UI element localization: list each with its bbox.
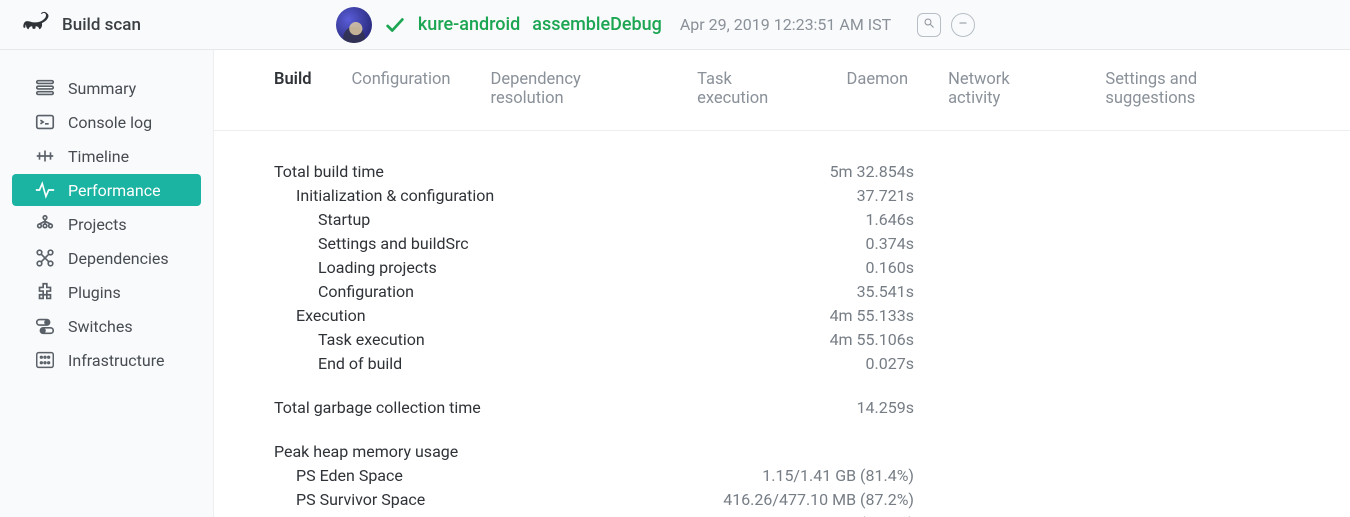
sidebar-item-label: Infrastructure [68, 351, 164, 370]
metric-eden-space: PS Eden Space 1.15/1.41 GB (81.4%) [274, 463, 914, 487]
metric-value: 0.374s [866, 234, 914, 253]
sidebar-item-label: Performance [68, 181, 161, 200]
metric-init-conf: Initialization & configuration 37.721s [274, 183, 914, 207]
build-timestamp: Apr 29, 2019 12:23:51 AM IST [680, 15, 891, 34]
heap-heading: Peak heap memory usage [274, 439, 914, 463]
metric-value: 1.27/2.86 GB (44.5%) [762, 514, 914, 517]
sidebar-item-dependencies[interactable]: Dependencies [12, 242, 201, 274]
sidebar-item-timeline[interactable]: Timeline [12, 140, 201, 172]
metric-value: 0.160s [866, 258, 914, 277]
check-icon [384, 14, 406, 36]
metric-configuration: Configuration 35.541s [274, 279, 914, 303]
projects-icon [34, 214, 56, 234]
sidebar-item-label: Console log [68, 113, 152, 132]
infrastructure-icon [34, 350, 56, 370]
search-icon [923, 17, 935, 32]
metric-label: Total garbage collection time [274, 398, 481, 417]
tab-settings-suggestions[interactable]: Settings and suggestions [1105, 70, 1290, 118]
metric-value: 1.646s [866, 210, 914, 229]
inspect-button[interactable] [917, 13, 941, 37]
tab-configuration[interactable]: Configuration [352, 70, 451, 118]
console-icon [34, 112, 56, 132]
gradle-elephant-icon [18, 8, 52, 41]
sidebar-item-label: Projects [68, 215, 127, 234]
plugins-icon [34, 282, 56, 302]
build-header: kure-android assembleDebug Apr 29, 2019 … [336, 7, 975, 43]
sidebar-item-switches[interactable]: Switches [12, 310, 201, 342]
collapse-button[interactable] [951, 13, 975, 37]
sidebar-item-label: Timeline [68, 147, 129, 166]
metric-execution: Execution 4m 55.133s [274, 303, 914, 327]
avatar[interactable] [336, 7, 372, 43]
metric-value: 0.027s [866, 354, 914, 373]
summary-icon [34, 78, 56, 98]
tab-network-activity[interactable]: Network activity [948, 70, 1065, 118]
metric-old-gen: PS Old Gen 1.27/2.86 GB (44.5%) [274, 511, 914, 517]
metric-value: 37.721s [857, 186, 914, 205]
metric-loading-projects: Loading projects 0.160s [274, 255, 914, 279]
metric-label: End of build [274, 354, 402, 373]
topbar: Build scan kure-android assembleDebug Ap… [0, 0, 1350, 50]
sidebar-item-console[interactable]: Console log [12, 106, 201, 138]
metric-label: Loading projects [274, 258, 437, 277]
metric-label: PS Eden Space [274, 466, 403, 485]
sidebar-item-label: Plugins [68, 283, 121, 302]
sidebar-item-label: Switches [68, 317, 133, 336]
metric-value: 4m 55.106s [830, 330, 914, 349]
metric-value: 416.26/477.10 MB (87.2%) [723, 490, 914, 509]
tab-dependency-resolution[interactable]: Dependency resolution [491, 70, 658, 118]
task-link[interactable]: assembleDebug [532, 14, 662, 35]
sidebar-item-performance[interactable]: Performance [12, 174, 201, 206]
tabs: Build Configuration Dependency resolutio… [214, 50, 1350, 131]
metric-label: Initialization & configuration [274, 186, 494, 205]
sidebar-item-summary[interactable]: Summary [12, 72, 201, 104]
metric-label: Task execution [274, 330, 425, 349]
metric-label: Settings and buildSrc [274, 234, 469, 253]
metric-survivor-space: PS Survivor Space 416.26/477.10 MB (87.2… [274, 487, 914, 511]
performance-metrics: Total build time 5m 32.854s Initializati… [214, 131, 974, 517]
tab-task-execution[interactable]: Task execution [697, 70, 806, 118]
sidebar-item-plugins[interactable]: Plugins [12, 276, 201, 308]
tab-daemon[interactable]: Daemon [847, 70, 909, 118]
metric-task-execution: Task execution 4m 55.106s [274, 327, 914, 351]
performance-icon [34, 180, 56, 200]
metric-startup: Startup 1.646s [274, 207, 914, 231]
sidebar-item-label: Dependencies [68, 249, 169, 268]
metric-label: Startup [274, 210, 370, 229]
metric-label: Configuration [274, 282, 414, 301]
metric-value: 4m 55.133s [830, 306, 914, 325]
timeline-icon [34, 146, 56, 166]
project-link[interactable]: kure-android [418, 14, 520, 35]
metric-value: 14.259s [857, 398, 914, 417]
metric-end-of-build: End of build 0.027s [274, 351, 914, 375]
metric-value: 5m 32.854s [830, 162, 914, 181]
metric-label: PS Old Gen [274, 514, 376, 517]
sidebar-item-projects[interactable]: Projects [12, 208, 201, 240]
metric-label: Total build time [274, 162, 384, 181]
metric-value: 35.541s [857, 282, 914, 301]
minus-icon [957, 17, 969, 32]
metric-total-build-time: Total build time 5m 32.854s [274, 159, 914, 183]
metric-settings-buildsrc: Settings and buildSrc 0.374s [274, 231, 914, 255]
metric-value: 1.15/1.41 GB (81.4%) [762, 466, 914, 485]
metric-label: Execution [274, 306, 366, 325]
logo[interactable]: Build scan [18, 8, 141, 41]
sidebar: Summary Console log Timeline Performance… [0, 0, 214, 517]
sidebar-item-label: Summary [68, 79, 136, 98]
dependencies-icon [34, 248, 56, 268]
sidebar-item-infrastructure[interactable]: Infrastructure [12, 344, 201, 376]
switches-icon [34, 316, 56, 336]
app-title: Build scan [62, 15, 141, 35]
tab-build[interactable]: Build [274, 70, 312, 118]
main: Build Configuration Dependency resolutio… [214, 0, 1350, 517]
metric-label: PS Survivor Space [274, 490, 425, 509]
metric-gc-time: Total garbage collection time 14.259s [274, 395, 914, 419]
